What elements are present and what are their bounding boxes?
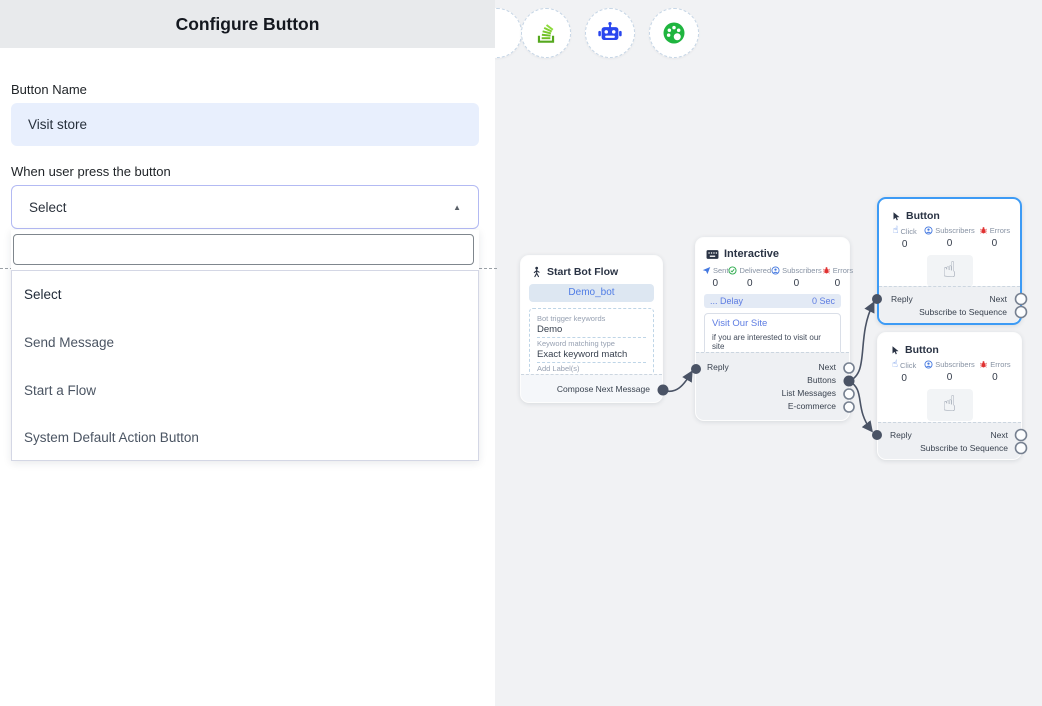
dropdown-search-input[interactable] [13, 234, 474, 265]
panel-header: Configure Button [0, 0, 495, 48]
options-list: Select Send Message Start a Flow System … [11, 270, 479, 461]
panel-title: Configure Button [176, 14, 320, 35]
option-send-message[interactable]: Send Message [12, 319, 478, 367]
connector-ecommerce-output[interactable] [844, 402, 854, 412]
connector-button1-next-output[interactable] [1016, 294, 1027, 305]
connector-next-output[interactable] [844, 363, 854, 373]
configure-button-panel: Configure Button Button Name When user p… [0, 0, 495, 706]
connector-button2-next-output[interactable] [1016, 430, 1027, 441]
action-select-value: Select [29, 200, 67, 215]
option-system-default-action-button[interactable]: System Default Action Button [12, 414, 478, 462]
connector-compose-output[interactable] [658, 385, 669, 396]
connector-button2-subscribe-output[interactable] [1016, 443, 1027, 454]
option-start-a-flow[interactable]: Start a Flow [12, 366, 478, 414]
connector-interactive-reply-input[interactable] [691, 364, 701, 374]
connector-button1-subscribe-output[interactable] [1016, 307, 1027, 318]
button-name-label: Button Name [11, 82, 87, 97]
button-name-input[interactable] [11, 103, 479, 146]
connector-list-messages-output[interactable] [844, 389, 854, 399]
connector-buttons-output[interactable] [844, 376, 855, 387]
connector-button1-reply-input[interactable] [872, 294, 882, 304]
connector-button2-reply-input[interactable] [872, 430, 882, 440]
action-select[interactable]: Select ▲ [11, 185, 479, 229]
action-dropdown: Select Send Message Start a Flow System … [11, 230, 479, 461]
action-label: When user press the button [11, 164, 171, 179]
option-select[interactable]: Select [12, 271, 478, 319]
chevron-up-icon: ▲ [453, 203, 461, 212]
